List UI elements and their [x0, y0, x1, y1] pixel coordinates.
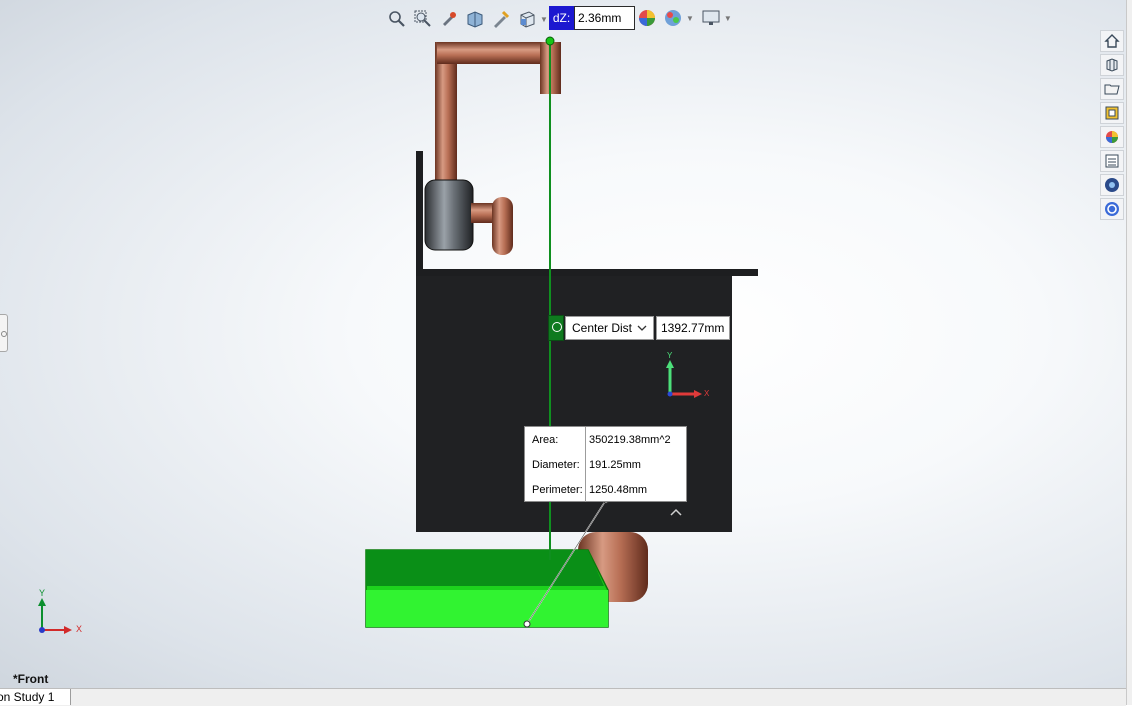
chevron-down-icon	[637, 321, 647, 335]
back-plate[interactable]	[416, 151, 423, 276]
pipe-horizontal-top[interactable]	[437, 42, 555, 64]
view-orientation-icon[interactable]	[516, 8, 538, 30]
section-view-icon[interactable]	[464, 8, 486, 30]
view-settings-icon[interactable]	[700, 7, 722, 29]
custom-properties-icon[interactable]	[1100, 150, 1124, 172]
view-orientation-caret-icon[interactable]: ▼	[540, 15, 548, 24]
edit-appearance-icon[interactable]	[636, 7, 658, 29]
model-triad-y: Y	[667, 351, 673, 360]
view-orientation-name: *Front	[13, 672, 49, 686]
graphics-area[interactable]: Y X Y X ▼ dZ: 2.36mm ▼ ▼ Center Dist 139…	[0, 0, 1126, 688]
view-settings-caret-icon[interactable]: ▼	[724, 14, 732, 23]
refresh-icon[interactable]	[1100, 198, 1124, 220]
measure-value: 350219.38mm^2	[589, 433, 671, 446]
task-pane-tabs	[1100, 30, 1126, 222]
zoom-to-fit-icon[interactable]	[386, 8, 408, 30]
measure-value: 1250.48mm	[589, 483, 648, 496]
heads-up-toolbar-right: ▼ ▼	[636, 6, 738, 30]
apply-scene-icon[interactable]	[662, 7, 684, 29]
measure-value: 191.25mm	[589, 458, 641, 471]
reference-triad: Y X	[38, 588, 82, 634]
window-right-border	[1126, 0, 1132, 705]
measure-label: Diameter:	[525, 452, 586, 477]
gauge-pipe[interactable]	[492, 197, 513, 255]
home-icon[interactable]	[1100, 30, 1124, 52]
gauge-body[interactable]	[424, 179, 474, 251]
top-plate[interactable]	[416, 269, 758, 276]
solidworks-forum-icon[interactable]	[1100, 174, 1124, 196]
dz-label: dZ:	[549, 6, 574, 30]
appearances-icon[interactable]	[1100, 126, 1124, 148]
model-view[interactable]: Y X Y X	[0, 0, 1126, 688]
view-palette-icon[interactable]	[1100, 102, 1124, 124]
measure-row-area: Area: 350219.38mm^2	[525, 427, 686, 452]
measure-point-top[interactable]	[545, 36, 555, 46]
previous-view-icon[interactable]	[438, 8, 460, 30]
dz-input-group: dZ: 2.36mm	[549, 6, 635, 30]
center-distance-value: 1392.77mm	[656, 316, 730, 340]
highlighted-face-bottom[interactable]	[366, 590, 608, 627]
center-distance-mode-select[interactable]: Center Dist	[565, 316, 654, 340]
bottom-tab-bar: on Study 1	[0, 688, 1126, 706]
reference-triad-x: X	[76, 624, 82, 634]
dynamic-annotation-icon[interactable]	[490, 8, 512, 30]
measure-results-table[interactable]: Area: 350219.38mm^2 Diameter: 191.25mm P…	[524, 426, 687, 502]
highlighted-face-top[interactable]	[366, 550, 604, 586]
measure-label: Perimeter:	[525, 477, 586, 502]
measure-label: Area:	[525, 427, 586, 452]
apply-scene-caret-icon[interactable]: ▼	[686, 14, 694, 23]
tab-motion-study[interactable]: on Study 1	[0, 689, 71, 705]
file-explorer-icon[interactable]	[1100, 78, 1124, 100]
model-triad-x: X	[704, 389, 710, 398]
center-distance-mode-label: Center Dist	[572, 321, 633, 335]
parts-library-icon[interactable]	[1100, 54, 1124, 76]
zoom-area-icon[interactable]	[412, 8, 434, 30]
heads-up-toolbar: ▼	[386, 6, 554, 32]
feature-manager-toggle-handle[interactable]	[0, 314, 8, 352]
center-distance-icon[interactable]	[548, 315, 564, 341]
center-distance-callout: Center Dist 1392.77mm	[548, 315, 730, 341]
measure-row-diameter: Diameter: 191.25mm	[525, 452, 686, 477]
dz-value-field[interactable]: 2.36mm	[574, 6, 635, 30]
leader-end-bottom	[523, 620, 531, 628]
reference-triad-y: Y	[39, 588, 45, 598]
measure-row-perimeter: Perimeter: 1250.48mm	[525, 477, 686, 502]
